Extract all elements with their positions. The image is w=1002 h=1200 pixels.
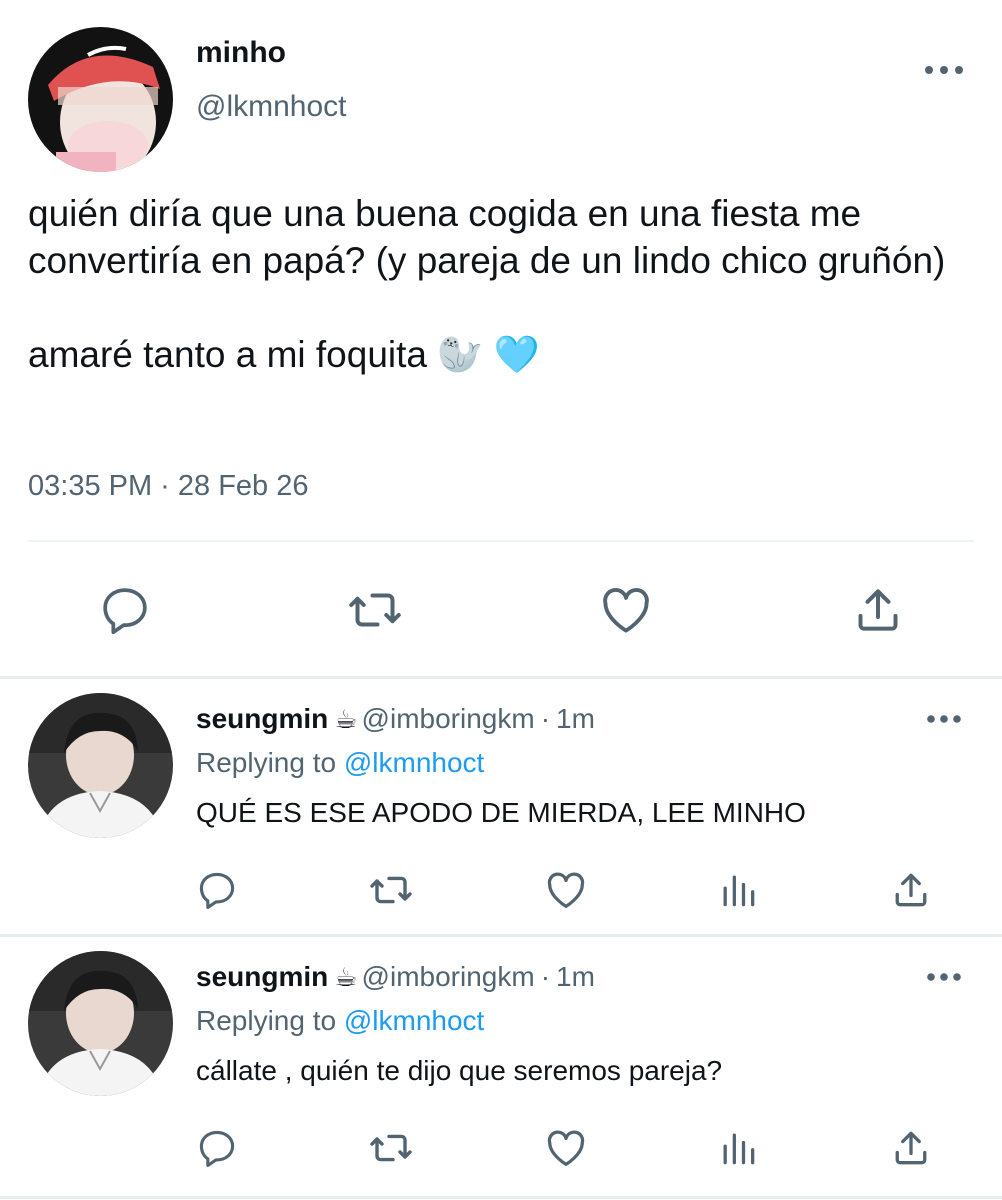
replying-to: Replying to @lkmnhoct bbox=[196, 747, 484, 779]
author-handle[interactable]: @imboringkm bbox=[362, 703, 535, 734]
tweet-text: quién diría que una buena cogida en una … bbox=[28, 190, 978, 378]
tweet-text-paragraph-1: quién diría que una buena cogida en una … bbox=[28, 193, 946, 281]
coffee-emoji: ☕ bbox=[334, 962, 358, 992]
divider bbox=[0, 1196, 1002, 1199]
retweet-icon[interactable] bbox=[366, 865, 416, 915]
retweet-icon[interactable] bbox=[345, 580, 405, 640]
avatar-minho[interactable] bbox=[28, 27, 173, 172]
author-name[interactable]: minho bbox=[196, 36, 286, 70]
share-icon[interactable] bbox=[886, 865, 936, 915]
like-icon[interactable] bbox=[596, 580, 656, 640]
reply-time[interactable]: 1m bbox=[556, 961, 595, 992]
coffee-emoji: ☕ bbox=[334, 704, 358, 734]
reply-header: seungmin ☕ @imboringkm · 1m bbox=[196, 961, 595, 993]
like-icon[interactable] bbox=[541, 865, 591, 915]
reply-tweet[interactable]: seungmin ☕ @imboringkm · 1m Replying to @lkm… bbox=[0, 937, 1002, 1195]
reply-text: QUÉ ES ESE APODO DE MIERDA, LEE MINHO bbox=[196, 797, 806, 828]
reply-text: cállate , quién te dijo que seremos pare… bbox=[196, 1055, 723, 1086]
tweet-timestamp[interactable]: 03:35 PM · 28 Feb 26 bbox=[28, 470, 309, 503]
separator: · bbox=[540, 703, 551, 734]
main-tweet: minho @lkmnhoct quién diría que una buen… bbox=[0, 0, 1002, 676]
analytics-icon[interactable] bbox=[713, 865, 763, 915]
author-name[interactable]: seungmin bbox=[196, 703, 328, 734]
like-icon[interactable] bbox=[541, 1123, 591, 1173]
more-options-icon[interactable] bbox=[920, 707, 968, 731]
author-name[interactable]: seungmin bbox=[196, 961, 328, 992]
tweet-text-paragraph-2: amaré tanto a mi foquita 🦭 🩵 bbox=[28, 334, 540, 375]
author-handle[interactable]: @lkmnhoct bbox=[196, 90, 347, 124]
share-icon[interactable] bbox=[886, 1123, 936, 1173]
replying-to-link[interactable]: @lkmnhoct bbox=[344, 747, 484, 778]
replying-prefix: Replying to bbox=[196, 747, 337, 778]
replying-to-link[interactable]: @lkmnhoct bbox=[344, 1005, 484, 1036]
more-options-icon[interactable] bbox=[920, 58, 968, 82]
reply-header: seungmin ☕ @imboringkm · 1m bbox=[196, 703, 595, 735]
more-options-icon[interactable] bbox=[920, 965, 968, 989]
analytics-icon[interactable] bbox=[713, 1123, 763, 1173]
avatar-seungmin[interactable] bbox=[28, 951, 173, 1096]
separator: · bbox=[540, 961, 551, 992]
author-handle[interactable]: @imboringkm bbox=[362, 961, 535, 992]
avatar-seungmin[interactable] bbox=[28, 693, 173, 838]
reply-tweet[interactable]: seungmin ☕ @imboringkm · 1m Replying to @lkm… bbox=[0, 679, 1002, 937]
reply-icon[interactable] bbox=[192, 865, 242, 915]
reply-icon[interactable] bbox=[95, 580, 155, 640]
retweet-icon[interactable] bbox=[366, 1123, 416, 1173]
replying-prefix: Replying to bbox=[196, 1005, 337, 1036]
reply-icon[interactable] bbox=[192, 1123, 242, 1173]
reply-time[interactable]: 1m bbox=[556, 703, 595, 734]
divider bbox=[28, 540, 974, 542]
replying-to: Replying to @lkmnhoct bbox=[196, 1005, 484, 1037]
share-icon[interactable] bbox=[848, 580, 908, 640]
